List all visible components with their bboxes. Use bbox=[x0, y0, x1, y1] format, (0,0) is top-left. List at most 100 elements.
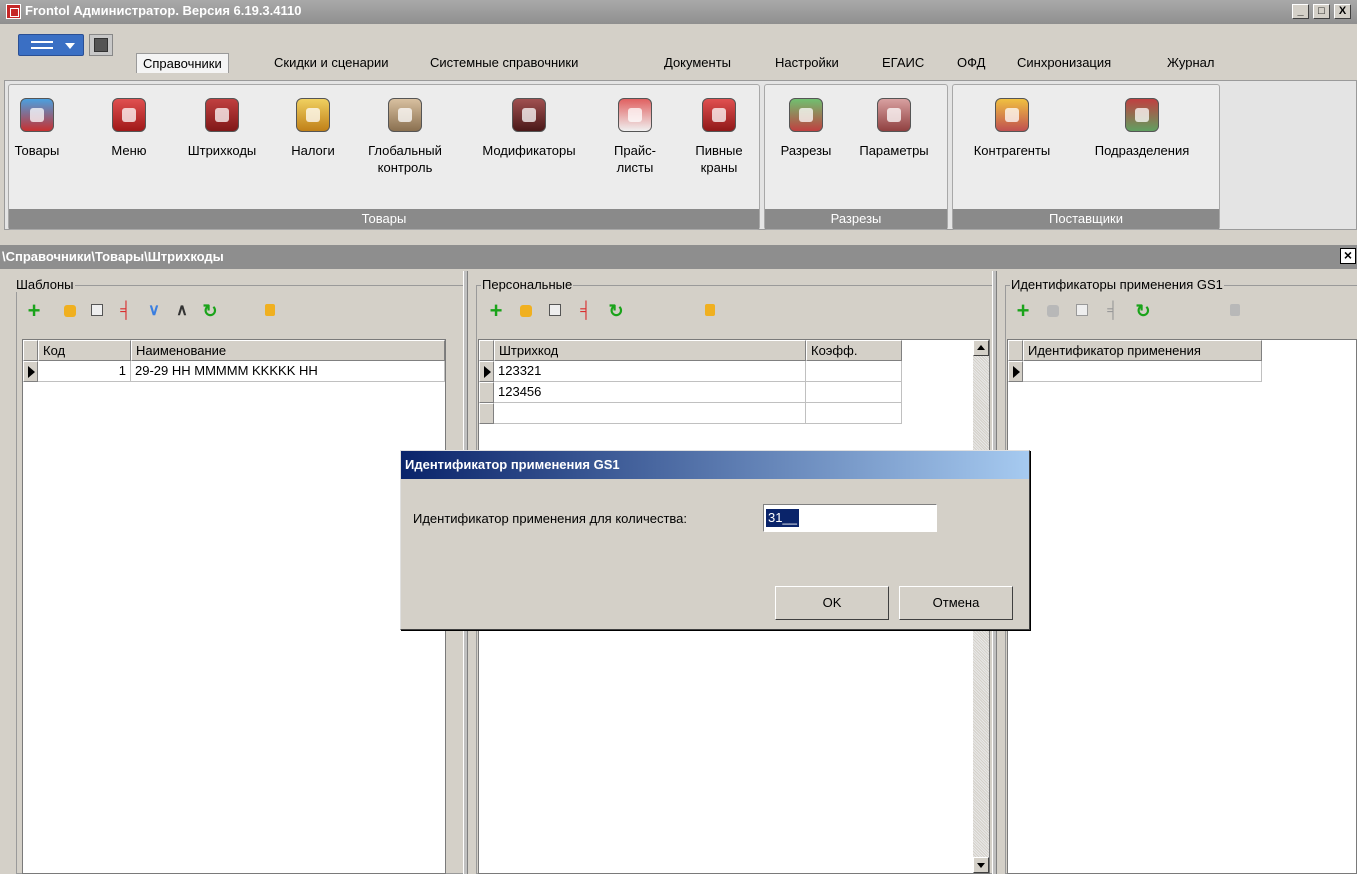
move-down-icon[interactable]: ∨ bbox=[144, 301, 164, 321]
chevron-down-icon bbox=[65, 43, 75, 49]
ribbon-button-modifiers[interactable]: Модификаторы bbox=[466, 92, 592, 159]
delete-icon[interactable]: ╡ bbox=[116, 301, 136, 321]
maximize-button[interactable]: □ bbox=[1313, 4, 1330, 19]
dialog-title: Идентификатор применения GS1 bbox=[401, 451, 1029, 479]
input-value: 31__ bbox=[766, 509, 799, 527]
personal-title: Персональные bbox=[481, 277, 574, 292]
group-label-slices: Разрезы bbox=[765, 209, 947, 229]
edit-icon[interactable] bbox=[1043, 301, 1063, 321]
table-cell-barcode[interactable]: 123321 bbox=[494, 361, 806, 382]
delete-icon[interactable]: ╡ bbox=[1103, 301, 1123, 321]
clear-icon[interactable] bbox=[702, 301, 722, 321]
copy-icon[interactable] bbox=[1073, 301, 1093, 321]
row-indicator[interactable] bbox=[479, 403, 494, 424]
gs1-grid: Идентификатор применения bbox=[1007, 339, 1357, 874]
move-up-icon[interactable]: ∧ bbox=[172, 301, 192, 321]
delete-icon[interactable]: ╡ bbox=[576, 301, 596, 321]
table-cell-coef[interactable] bbox=[806, 403, 902, 424]
add-icon[interactable]: + bbox=[1013, 300, 1033, 322]
ribbon-button-goods[interactable]: Товары bbox=[12, 92, 62, 159]
column-header-coef[interactable]: Коэфф. bbox=[806, 340, 902, 361]
minimize-button[interactable]: _ bbox=[1292, 4, 1309, 19]
tab-ofd[interactable]: ОФД bbox=[957, 55, 985, 70]
ribbon-button-label: Подразделения bbox=[1094, 143, 1190, 158]
ribbon-button-parameters[interactable]: Параметры bbox=[846, 92, 942, 159]
refresh-icon[interactable]: ↻ bbox=[1133, 301, 1153, 321]
breadcrumb: \Справочники\Товары\Штрихкоды bbox=[0, 245, 1357, 269]
tab-directories[interactable]: Справочники bbox=[136, 53, 229, 73]
scroll-up-icon[interactable] bbox=[973, 340, 989, 356]
row-indicator[interactable] bbox=[479, 361, 494, 382]
gs1-title: Идентификаторы применения GS1 bbox=[1010, 277, 1224, 292]
grid-corner bbox=[23, 340, 38, 361]
ribbon-button-beer-taps[interactable]: Пивные краны bbox=[684, 92, 754, 176]
tab-discounts[interactable]: Скидки и сценарии bbox=[274, 55, 389, 70]
refresh-icon[interactable]: ↻ bbox=[200, 301, 220, 321]
add-icon[interactable]: + bbox=[486, 300, 506, 322]
cancel-button[interactable]: Отмена bbox=[899, 586, 1013, 620]
app-id-quantity-input[interactable]: 31__ bbox=[763, 504, 937, 532]
table-cell-coef[interactable] bbox=[806, 382, 902, 403]
ribbon-button-slices[interactable]: Разрезы bbox=[770, 92, 842, 159]
table-cell-name[interactable]: 29-29 НН ММMMM KKKKK НН bbox=[131, 361, 445, 382]
column-header-barcode[interactable]: Штрихкод bbox=[494, 340, 806, 361]
ribbon-button-label-line2: краны bbox=[700, 160, 738, 175]
ribbon-button-label: Контрагенты bbox=[973, 143, 1051, 158]
ribbon-button-taxes[interactable]: Налоги bbox=[281, 92, 345, 159]
copy-icon[interactable] bbox=[546, 301, 566, 321]
wine-icon bbox=[512, 98, 546, 132]
column-header-code[interactable]: Код bbox=[38, 340, 131, 361]
scroll-down-icon[interactable] bbox=[973, 857, 989, 873]
breadcrumb-path: \Справочники\Товары\Штрихкоды bbox=[2, 249, 224, 264]
table-cell-app-id[interactable] bbox=[1023, 361, 1262, 382]
refresh-icon[interactable]: ↻ bbox=[606, 301, 626, 321]
tab-settings[interactable]: Настройки bbox=[775, 55, 839, 70]
ribbon-button-barcodes[interactable]: Штрихкоды bbox=[172, 92, 272, 159]
close-button[interactable]: X bbox=[1334, 4, 1351, 19]
row-indicator[interactable] bbox=[1008, 361, 1023, 382]
save-button[interactable] bbox=[89, 34, 113, 56]
row-indicator[interactable] bbox=[479, 382, 494, 403]
column-header-app-id[interactable]: Идентификатор применения bbox=[1023, 340, 1262, 361]
ribbon-button-label: Товары bbox=[14, 143, 60, 158]
tab-journal[interactable]: Журнал bbox=[1167, 55, 1214, 70]
beer-tap-icon bbox=[702, 98, 736, 132]
templates-grid: Код Наименование 1 29-29 НН ММMMM KKKKK … bbox=[22, 339, 446, 874]
table-cell-code[interactable]: 1 bbox=[38, 361, 131, 382]
close-icon[interactable]: × bbox=[1340, 248, 1356, 264]
gs1-panel: Идентификаторы применения GS1 + ╡ ↻ Иден… bbox=[997, 271, 1357, 874]
table-cell-barcode[interactable]: 123456 bbox=[494, 382, 806, 403]
menu-icon bbox=[31, 41, 53, 49]
ribbon-button-contractors[interactable]: Контрагенты bbox=[956, 92, 1068, 159]
window-title: Frontol Администратор. Версия 6.19.3.411… bbox=[25, 3, 302, 18]
column-header-name[interactable]: Наименование bbox=[131, 340, 445, 361]
edit-icon[interactable] bbox=[60, 301, 80, 321]
worker-icon bbox=[995, 98, 1029, 132]
add-icon[interactable]: + bbox=[24, 300, 44, 322]
tab-system-directories[interactable]: Системные справочники bbox=[430, 55, 578, 70]
ribbon-button-label-line2: листы bbox=[616, 160, 654, 175]
tab-documents[interactable]: Документы bbox=[664, 55, 731, 70]
ribbon-button-price-lists[interactable]: Прайс- листы bbox=[604, 92, 666, 176]
table-cell-barcode[interactable] bbox=[494, 403, 806, 424]
row-indicator[interactable] bbox=[23, 361, 38, 382]
slices-icon bbox=[789, 98, 823, 132]
copy-icon[interactable] bbox=[88, 301, 108, 321]
menu-book-icon bbox=[112, 98, 146, 132]
ribbon-button-label: Меню bbox=[111, 143, 147, 158]
ribbon-button-label: Штрихкоды bbox=[187, 143, 257, 158]
clear-icon[interactable] bbox=[1227, 301, 1247, 321]
app-menu-button[interactable] bbox=[18, 34, 84, 56]
table-cell-coef[interactable] bbox=[806, 361, 902, 382]
clear-icon[interactable] bbox=[262, 301, 282, 321]
edit-icon[interactable] bbox=[516, 301, 536, 321]
tab-sync[interactable]: Синхронизация bbox=[1017, 55, 1111, 70]
pricelist-icon bbox=[618, 98, 652, 132]
ribbon-button-menu[interactable]: Меню bbox=[104, 92, 154, 159]
ok-button[interactable]: OK bbox=[775, 586, 889, 620]
app-icon bbox=[6, 4, 21, 19]
ribbon-button-departments[interactable]: Подразделения bbox=[1074, 92, 1210, 159]
tab-egais[interactable]: ЕГАИС bbox=[882, 55, 924, 70]
ribbon-button-label: Разрезы bbox=[780, 143, 832, 158]
ribbon-button-global-control[interactable]: Глобальный контроль bbox=[354, 92, 456, 176]
